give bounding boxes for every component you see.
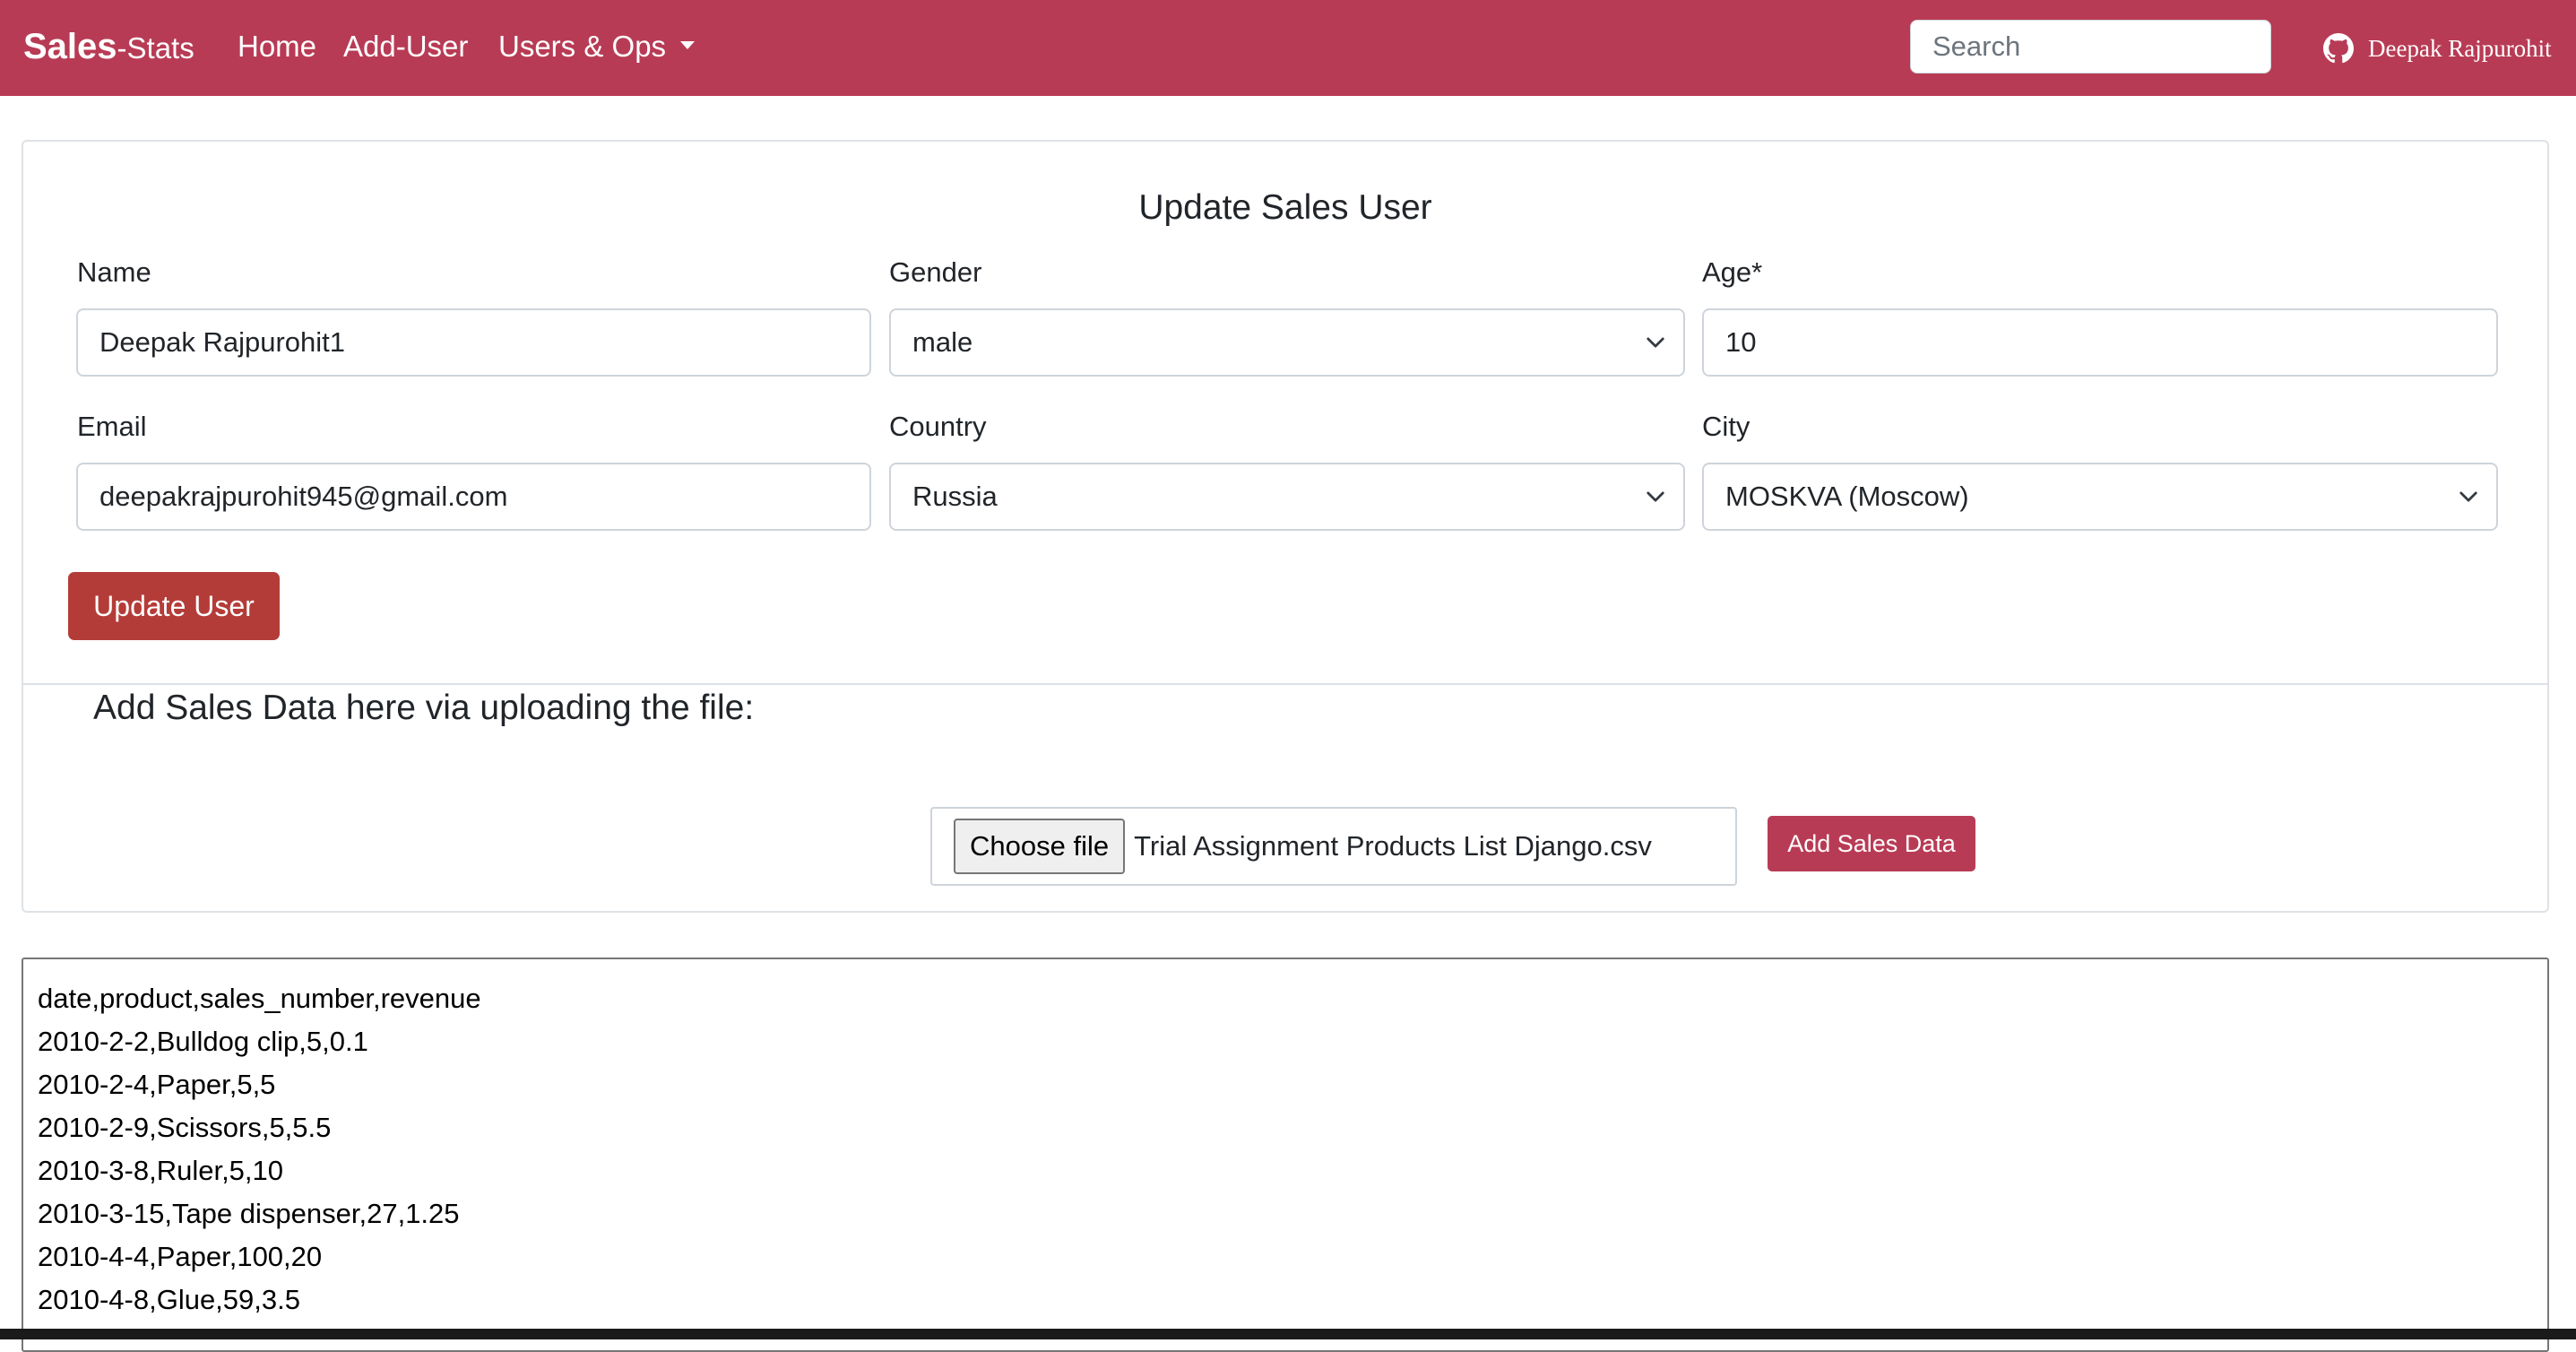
nav-link-add-user[interactable]: Add-User bbox=[343, 27, 468, 66]
search-input[interactable] bbox=[1910, 20, 2271, 74]
country-value: Russia bbox=[912, 481, 998, 512]
data-line: 2010-4-8,Glue,59,3.5 bbox=[38, 1284, 300, 1315]
github-username: Deepak Rajpurohit bbox=[2368, 34, 2552, 62]
brand-name-suffix: -Stats bbox=[117, 31, 194, 65]
github-link[interactable]: Deepak Rajpurohit bbox=[2323, 30, 2552, 66]
name-field[interactable]: Deepak Rajpurohit1 bbox=[76, 308, 871, 377]
data-line: 2010-3-8,Ruler,5,10 bbox=[38, 1155, 284, 1186]
name-label: Name bbox=[77, 256, 151, 288]
window-bottom-edge bbox=[0, 1329, 2576, 1339]
chevron-down-icon bbox=[1647, 337, 1664, 348]
upload-label: Add Sales Data here via uploading the fi… bbox=[93, 689, 755, 727]
email-label: Email bbox=[77, 411, 147, 442]
update-user-button[interactable]: Update User bbox=[68, 572, 280, 640]
nav-link-home[interactable]: Home bbox=[238, 27, 316, 66]
age-value: 10 bbox=[1725, 326, 1757, 358]
email-field[interactable]: deepakrajpurohit945@gmail.com bbox=[76, 463, 871, 531]
email-value: deepakrajpurohit945@gmail.com bbox=[99, 481, 508, 512]
data-line: 2010-2-2,Bulldog clip,5,0.1 bbox=[38, 1026, 368, 1057]
data-line: 2010-3-15,Tape dispenser,27,1.25 bbox=[38, 1198, 460, 1229]
city-value: MOSKVA (Moscow) bbox=[1725, 481, 1969, 512]
data-line: 2010-4-4,Paper,100,20 bbox=[38, 1241, 323, 1272]
country-label: Country bbox=[889, 411, 987, 442]
selected-file-name: Trial Assignment Products List Django.cs… bbox=[1134, 830, 1652, 862]
age-label: Age* bbox=[1702, 256, 1763, 288]
caret-down-icon bbox=[680, 41, 696, 49]
sales-data-textarea[interactable]: date,product,sales_number,revenue 2010-2… bbox=[22, 958, 2549, 1352]
gender-select[interactable]: male bbox=[889, 308, 1685, 377]
github-icon bbox=[2323, 33, 2354, 64]
brand-logo[interactable]: Sales-Stats bbox=[23, 23, 194, 72]
nav-dropdown-label: Users & Ops bbox=[498, 30, 667, 63]
add-sales-data-button[interactable]: Add Sales Data bbox=[1768, 816, 1975, 871]
city-label: City bbox=[1702, 411, 1750, 442]
choose-file-button[interactable]: Choose file bbox=[954, 819, 1126, 874]
gender-label: Gender bbox=[889, 256, 982, 288]
country-select[interactable]: Russia bbox=[889, 463, 1685, 531]
chevron-down-icon bbox=[2459, 491, 2477, 502]
data-line: 2010-2-9,Scissors,5,5.5 bbox=[38, 1112, 332, 1143]
nav-dropdown-users-ops[interactable]: Users & Ops bbox=[498, 27, 696, 66]
data-line: 2010-2-4,Paper,5,5 bbox=[38, 1069, 276, 1100]
brand-name-bold: Sales bbox=[23, 27, 117, 66]
city-select[interactable]: MOSKVA (Moscow) bbox=[1702, 463, 2498, 531]
age-field[interactable]: 10 bbox=[1702, 308, 2498, 377]
chevron-down-icon bbox=[1647, 491, 1664, 502]
name-value: Deepak Rajpurohit1 bbox=[99, 326, 346, 358]
file-input[interactable]: Choose file Trial Assignment Products Li… bbox=[930, 807, 1737, 886]
data-line: date,product,sales_number,revenue bbox=[38, 983, 481, 1014]
navbar: Sales-Stats Home Add-User Users & Ops De… bbox=[0, 0, 2576, 96]
gender-value: male bbox=[912, 326, 973, 358]
update-user-card: Update Sales User Name Deepak Rajpurohit… bbox=[22, 140, 2549, 913]
form-title: Update Sales User bbox=[1138, 188, 1432, 227]
